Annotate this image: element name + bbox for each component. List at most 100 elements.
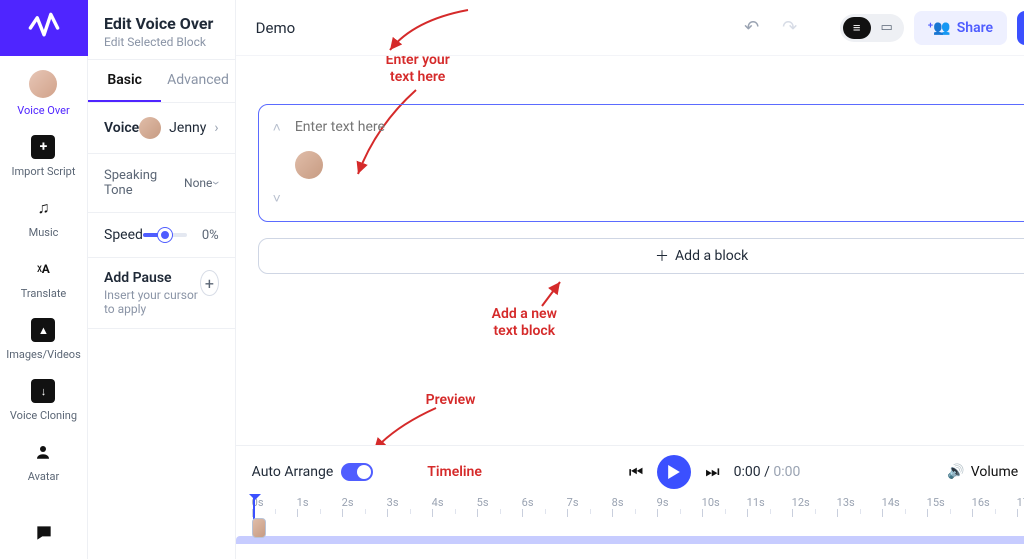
voice-name: Jenny — [169, 120, 206, 136]
ruler-tick — [792, 509, 837, 517]
ruler-label: 12s — [792, 496, 837, 509]
annotation-arrow — [366, 406, 446, 445]
redo-button[interactable]: ↷ — [776, 14, 804, 42]
annotation-preview: Preview — [426, 392, 476, 409]
tone-selector[interactable]: None› — [184, 175, 219, 191]
ruler-tick — [432, 509, 477, 517]
ruler-tick — [882, 509, 927, 517]
timeline-clip[interactable] — [252, 518, 266, 538]
tone-label: Speaking Tone — [104, 168, 184, 198]
ruler-label: 2s — [342, 496, 387, 509]
ruler-label: 8s — [612, 496, 657, 509]
panel-title: Edit Voice Over — [104, 14, 219, 33]
ruler-label: 10s — [702, 496, 747, 509]
voice-selector[interactable]: Jenny › — [139, 117, 218, 139]
block-voice-avatar[interactable] — [295, 151, 323, 179]
annotation-arrow — [532, 278, 572, 308]
ruler-tick — [252, 509, 297, 517]
ruler-tick — [927, 509, 972, 517]
move-up-icon[interactable]: ˄ — [273, 119, 281, 136]
move-down-icon[interactable]: ˅ — [273, 190, 281, 207]
ruler-tick — [477, 509, 522, 517]
download-box-icon: ↓ — [31, 379, 55, 403]
project-name[interactable]: Demo — [256, 19, 296, 37]
rail-translate[interactable]: ᵡA Translate — [21, 257, 67, 300]
rail-images-videos[interactable]: ▲ Images/Videos — [6, 318, 81, 361]
undo-button[interactable]: ↶ — [738, 14, 766, 42]
annotation-add-block: Add a new text block — [492, 306, 557, 340]
chat-icon — [32, 521, 56, 545]
ruler-tick — [657, 509, 702, 517]
view-mode-toggle[interactable]: ≡ ▭ — [840, 14, 904, 42]
next-button[interactable]: ⏭ — [705, 462, 719, 482]
ruler-tick — [297, 509, 342, 517]
rail-import-script[interactable]: + Import Script — [12, 135, 76, 178]
block-text-input[interactable] — [295, 119, 1024, 135]
ruler-label: 5s — [477, 496, 522, 509]
ruler-tick — [567, 509, 612, 517]
pause-title: Add Pause — [104, 270, 200, 286]
add-pause-button[interactable]: + — [200, 270, 219, 296]
tab-basic[interactable]: Basic — [88, 60, 161, 102]
share-icon: ⁺👥 — [928, 20, 951, 36]
card-mode-icon: ▭ — [873, 17, 901, 39]
ruler-tick — [1017, 509, 1024, 517]
main-area: Demo ↶ ↷ ≡ ▭ ⁺👥 Share ⬇ Export ⟳ Se — [236, 0, 1024, 559]
add-block-button[interactable]: ＋ Add a block — [258, 238, 1024, 274]
auto-arrange-label: Auto Arrange — [252, 464, 334, 480]
rail-voice-cloning[interactable]: ↓ Voice Cloning — [10, 379, 77, 422]
volume-button[interactable]: 🔊Volume — [947, 464, 1018, 480]
ruler-tick — [342, 509, 387, 517]
rail-avatar[interactable]: Avatar — [28, 440, 59, 483]
auto-arrange-toggle[interactable] — [341, 463, 373, 481]
voice-label: Voice — [104, 120, 139, 136]
rail-music[interactable]: ♫ Music — [29, 196, 59, 239]
ruler-label: 15s — [927, 496, 972, 509]
rail-chat[interactable] — [32, 521, 56, 545]
translate-icon: ᵡA — [32, 257, 56, 281]
ruler-label: 9s — [657, 496, 702, 509]
list-mode-icon: ≡ — [843, 17, 871, 39]
ruler-label: 13s — [837, 496, 882, 509]
text-block[interactable]: ˄ ˅ ▶ ⋮ — [258, 104, 1024, 222]
rail-voice-over[interactable]: Voice Over — [17, 70, 69, 117]
volume-icon: 🔊 — [947, 464, 964, 480]
annotation-enter-text: Enter your text here — [386, 56, 450, 86]
music-note-icon: ♫ — [32, 196, 56, 220]
ruler-label: 3s — [387, 496, 432, 509]
voice-avatar-icon — [139, 117, 161, 139]
edit-panel: Edit Voice Over Edit Selected Block Basi… — [88, 0, 236, 559]
ruler-label: 16s — [972, 496, 1017, 509]
ruler-label: 1s — [297, 496, 342, 509]
pause-hint: Insert your cursor to apply — [104, 288, 200, 316]
app-logo[interactable] — [0, 0, 88, 56]
timeline-ruler[interactable]: 0s1s2s3s4s5s6s7s8s9s10s11s12s13s14s15s16… — [252, 496, 1024, 532]
timeline: Auto Arrange Timeline ⏮ ⏭ 0:00 / 0:00 🔊V… — [236, 445, 1024, 559]
chevron-right-icon: › — [214, 120, 218, 136]
plus-box-icon: + — [31, 135, 55, 159]
top-bar: Demo ↶ ↷ ≡ ▭ ⁺👥 Share ⬇ Export ⟳ — [236, 0, 1024, 56]
image-icon: ▲ — [31, 318, 55, 342]
play-button[interactable] — [657, 455, 691, 489]
ruler-label: 4s — [432, 496, 477, 509]
share-button[interactable]: ⁺👥 Share — [914, 11, 1007, 45]
chevron-down-icon: › — [209, 181, 225, 185]
annotation-timeline: Timeline — [427, 464, 482, 481]
canvas: Select All Enter your text here ˄ ˅ ▶ ⋮ — [236, 56, 1024, 445]
panel-subtitle: Edit Selected Block — [104, 35, 219, 49]
export-button[interactable]: ⬇ Export — [1017, 11, 1024, 45]
tab-advanced[interactable]: Advanced — [161, 60, 234, 102]
speed-slider[interactable] — [143, 233, 187, 237]
ruler-tick — [837, 509, 882, 517]
ruler-label: 14s — [882, 496, 927, 509]
ruler-tick — [747, 509, 792, 517]
prev-button[interactable]: ⏮ — [629, 462, 643, 482]
ruler-tick — [612, 509, 657, 517]
ruler-label: 11s — [747, 496, 792, 509]
ruler-tick — [522, 509, 567, 517]
time-display: 0:00 / 0:00 — [734, 464, 801, 480]
ruler-tick — [387, 509, 432, 517]
timeline-scrollbar[interactable] — [236, 536, 1024, 544]
left-rail: Voice Over + Import Script ♫ Music ᵡA Tr… — [0, 0, 88, 559]
person-icon — [31, 440, 55, 464]
